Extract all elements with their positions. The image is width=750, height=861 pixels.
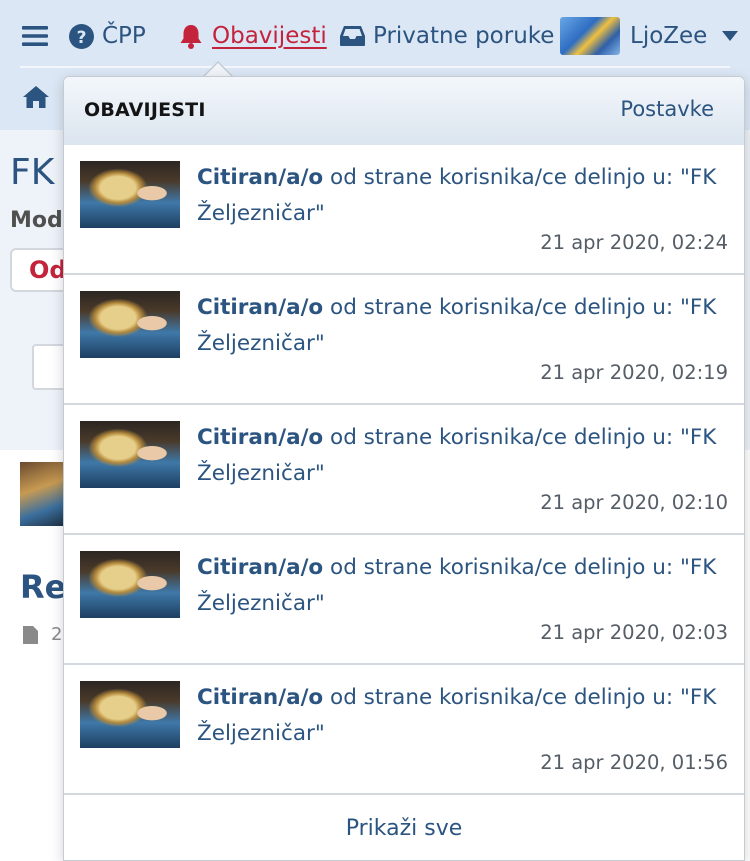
alert-time: 21 apr 2020, 02:03 — [540, 621, 728, 644]
alert-time: 21 apr 2020, 02:19 — [540, 361, 728, 384]
post-title: Re — [20, 568, 67, 606]
nav-divider — [20, 66, 730, 68]
alert-item[interactable]: Citiran/a/o od strane korisnika/ce delin… — [64, 405, 744, 535]
alert-action: Citiran/a/o — [197, 685, 324, 710]
menu-icon — [22, 26, 48, 46]
inbox-icon — [340, 26, 365, 46]
alert-avatar[interactable] — [80, 161, 180, 228]
nav-messages-label: Privatne poruke — [373, 23, 555, 49]
alert-avatar[interactable] — [80, 291, 180, 358]
post-meta-text: 2 — [51, 624, 63, 645]
nav-alerts-label: Obavijesti — [212, 23, 327, 49]
menu-button[interactable] — [22, 18, 48, 54]
svg-text:?: ? — [77, 28, 87, 48]
alert-action: Citiran/a/o — [197, 555, 324, 580]
nav-alerts[interactable]: Obavijesti — [178, 18, 327, 54]
breadcrumb-home[interactable] — [22, 82, 50, 112]
alert-item[interactable]: Citiran/a/o od strane korisnika/ce delin… — [64, 145, 744, 275]
alert-time: 21 apr 2020, 02:10 — [540, 491, 728, 514]
alerts-title: OBAVIJESTI — [84, 99, 206, 121]
alert-time: 21 apr 2020, 01:56 — [540, 751, 728, 774]
show-all-link[interactable]: Prikaži sve — [64, 795, 744, 860]
nav-row: ? ČPP Obavijesti Privatne poruke LjoZee — [0, 0, 750, 66]
username: LjoZee — [630, 23, 708, 49]
help-icon: ? — [69, 23, 94, 49]
alert-item[interactable]: Citiran/a/o od strane korisnika/ce delin… — [64, 535, 744, 665]
alert-action: Citiran/a/o — [197, 165, 324, 190]
nav-cpp[interactable]: ? ČPP — [69, 18, 146, 54]
alert-text[interactable]: Citiran/a/o od strane korisnika/ce delin… — [197, 550, 727, 622]
file-icon — [23, 625, 38, 644]
alert-text[interactable]: Citiran/a/o od strane korisnika/ce delin… — [197, 420, 727, 492]
alert-text[interactable]: Citiran/a/o od strane korisnika/ce delin… — [197, 680, 727, 752]
avatar — [560, 17, 620, 55]
alert-time: 21 apr 2020, 02:24 — [540, 231, 728, 254]
alert-text[interactable]: Citiran/a/o od strane korisnika/ce delin… — [197, 160, 727, 232]
alert-text[interactable]: Citiran/a/o od strane korisnika/ce delin… — [197, 290, 727, 362]
alerts-header: OBAVIJESTI Postavke — [64, 77, 744, 146]
alert-item[interactable]: Citiran/a/o od strane korisnika/ce delin… — [64, 275, 744, 405]
alert-item[interactable]: Citiran/a/o od strane korisnika/ce delin… — [64, 665, 744, 795]
post-meta: 2 — [22, 624, 62, 645]
thread-title: FK — [10, 152, 55, 193]
chevron-down-icon — [722, 31, 739, 41]
alert-avatar[interactable] — [80, 681, 180, 748]
nav-account[interactable]: LjoZee — [560, 17, 739, 55]
moderation-label: Mod — [10, 208, 63, 233]
alert-action: Citiran/a/o — [197, 425, 324, 450]
nav-messages[interactable]: Privatne poruke — [339, 18, 554, 54]
alert-action: Citiran/a/o — [197, 295, 324, 320]
home-icon — [23, 86, 49, 108]
menu-pointer-fill — [204, 63, 232, 77]
bell-icon — [180, 24, 202, 49]
nav-cpp-label: ČPP — [102, 23, 146, 49]
alerts-settings-link[interactable]: Postavke — [620, 97, 714, 121]
alerts-dropdown: OBAVIJESTI Postavke Citiran/a/o od stran… — [63, 76, 745, 861]
alert-avatar[interactable] — [80, 551, 180, 618]
alert-avatar[interactable] — [80, 421, 180, 488]
